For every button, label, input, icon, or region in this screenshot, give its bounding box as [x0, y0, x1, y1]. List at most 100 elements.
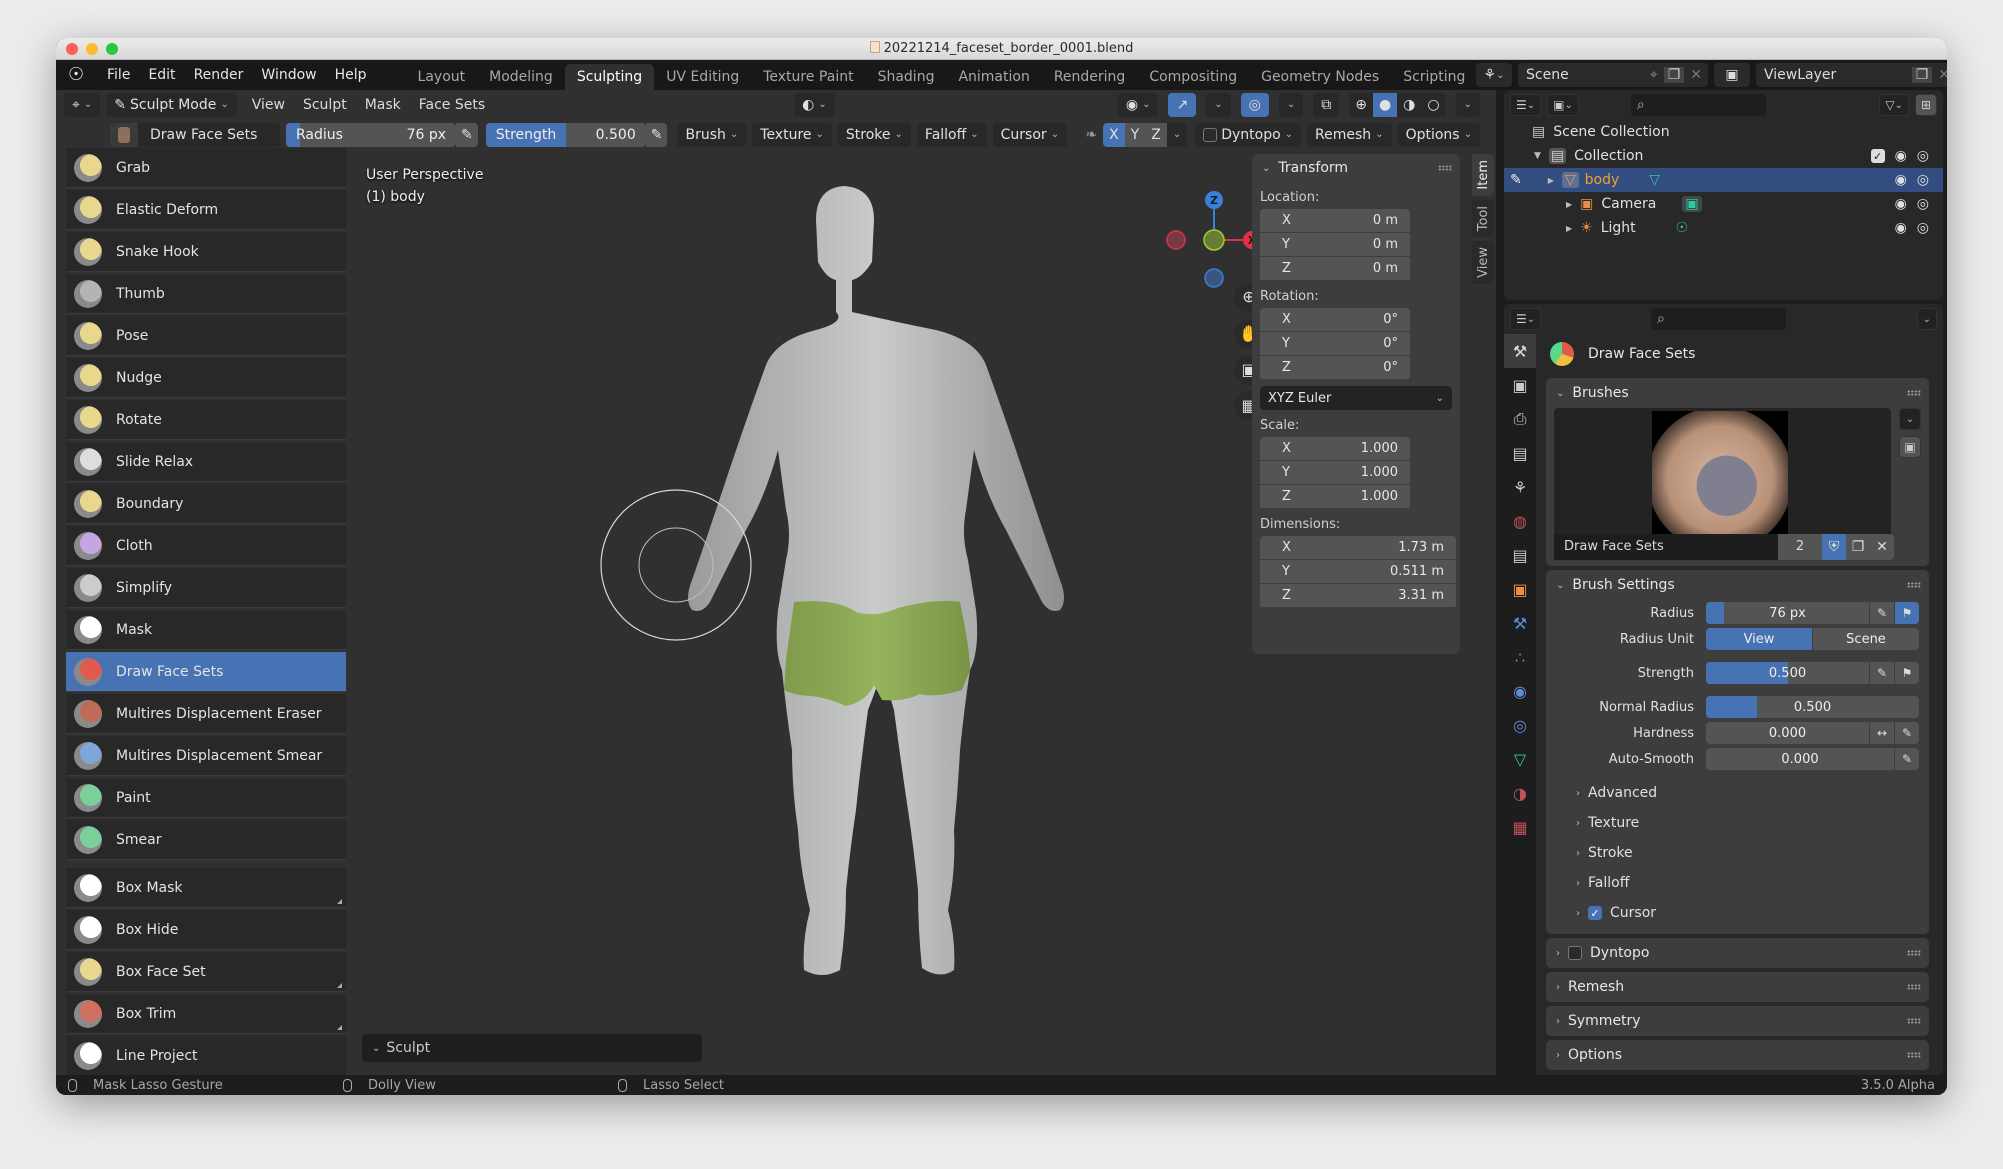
scale-x-field[interactable]: X 1.000 — [1260, 437, 1410, 461]
transform-header[interactable]: ⌄ Transform — [1252, 154, 1460, 182]
location-y-field[interactable]: Y 0 m — [1260, 233, 1410, 257]
tool-simplify[interactable]: Simplify — [66, 568, 346, 608]
tool-elastic-deform[interactable]: Elastic Deform — [66, 190, 346, 230]
remesh-dropdown[interactable]: Remesh ⌄ — [1307, 123, 1392, 147]
strength-field[interactable]: 0.500 — [1706, 662, 1869, 684]
hardness-field[interactable]: 0.000 — [1706, 722, 1869, 744]
tool-box-hide[interactable]: Box Hide — [66, 910, 346, 950]
menu-view[interactable]: View — [243, 90, 294, 120]
dyntopo-checkbox[interactable] — [1568, 946, 1582, 960]
blender-logo-icon[interactable]: ☉ — [68, 65, 88, 85]
camera-data-icon[interactable]: ▣ — [1682, 196, 1702, 212]
tab-shading[interactable]: Shading — [866, 64, 947, 90]
menu-file[interactable]: File — [98, 60, 139, 90]
radius-field[interactable]: 76 px — [1706, 602, 1869, 624]
overlays-toggle[interactable]: ◎ — [1240, 93, 1269, 117]
eye-icon[interactable]: ◉ — [1895, 148, 1907, 164]
properties-options-dropdown[interactable]: ⌄ — [1916, 308, 1937, 330]
radius-unified-button[interactable]: ⚑ — [1895, 602, 1919, 624]
rotation-y-field[interactable]: Y 0° — [1260, 332, 1410, 356]
symmetry-panel[interactable]: › Symmetry — [1546, 1006, 1929, 1036]
tab-animation[interactable]: Animation — [946, 64, 1041, 90]
rotation-z-field[interactable]: Z 0° — [1260, 356, 1410, 380]
fake-user-toggle[interactable]: ⛨ — [1822, 534, 1846, 560]
remesh-panel[interactable]: › Remesh — [1546, 972, 1929, 1002]
tool-cloth[interactable]: Cloth — [66, 526, 346, 566]
drag-grip-icon[interactable] — [1907, 390, 1921, 396]
cursor-dropdown[interactable]: Cursor ⌄ — [992, 123, 1068, 147]
gizmo-neg-z[interactable] — [1204, 268, 1224, 288]
menu-sculpt[interactable]: Sculpt — [294, 90, 356, 120]
render-camera-icon[interactable]: ◎ — [1917, 196, 1929, 212]
remove-scene-icon[interactable]: ✕ — [1690, 67, 1708, 83]
tool-tab-icon[interactable]: ⚒ — [1504, 334, 1536, 368]
constraints-tab-icon[interactable]: ◎ — [1504, 708, 1536, 742]
tool-grab[interactable]: Grab — [66, 148, 346, 188]
tool-draw-face-sets[interactable]: Draw Face Sets — [66, 652, 346, 692]
gizmo-y[interactable] — [1203, 229, 1225, 251]
tool-boundary[interactable]: Boundary — [66, 484, 346, 524]
transform-orientation-button[interactable]: ◐ ⌄ — [794, 93, 835, 117]
tool-snake-hook[interactable]: Snake Hook — [66, 232, 346, 272]
material-shading-button[interactable]: ◑ — [1397, 93, 1421, 117]
properties-search-input[interactable]: ⌕ — [1651, 308, 1787, 330]
radius-slider[interactable]: Radius 76 px — [286, 123, 456, 147]
tab-tool[interactable]: Tool — [1472, 199, 1494, 237]
material-tab-icon[interactable]: ◑ — [1504, 776, 1536, 810]
dyntopo-panel[interactable]: › Dyntopo — [1546, 938, 1929, 968]
mesh-data-icon[interactable]: ▽ — [1649, 172, 1660, 188]
light-data-icon[interactable]: ☉ — [1676, 220, 1689, 236]
tab-layout[interactable]: Layout — [406, 64, 478, 90]
new-scene-icon[interactable]: ❐ — [1663, 67, 1685, 83]
menu-edit[interactable]: Edit — [139, 60, 184, 90]
redo-last-panel[interactable]: ⌄ Sculpt — [362, 1034, 702, 1062]
subpanel-texture[interactable]: › Texture — [1546, 808, 1929, 838]
display-mode-button[interactable]: ▣ ⌄ — [1547, 94, 1579, 116]
symmetry-x-toggle[interactable]: X — [1103, 123, 1125, 147]
scene-type-button[interactable]: ⚘ ⌄ — [1476, 63, 1512, 87]
view-layer-type-button[interactable]: ▣ — [1714, 63, 1750, 87]
tool-mask[interactable]: Mask — [66, 610, 346, 650]
tab-compositing[interactable]: Compositing — [1137, 64, 1249, 90]
tool-box-face-set[interactable]: Box Face Set — [66, 952, 346, 992]
symmetry-y-toggle[interactable]: Y — [1124, 123, 1146, 147]
disclosure-triangle-right-icon[interactable]: ▶ — [1566, 224, 1572, 233]
options-dropdown[interactable]: Options ⌄ — [1397, 123, 1480, 147]
outliner-object-light[interactable]: ▶ ☀ Light ☉ ◉ ◎ — [1504, 216, 1943, 240]
drag-grip-icon[interactable] — [1438, 165, 1452, 171]
falloff-dropdown[interactable]: Falloff ⌄ — [916, 123, 987, 147]
tab-modeling[interactable]: Modeling — [477, 64, 565, 90]
unlink-brush-button[interactable]: ✕ — [1870, 534, 1894, 560]
tool-rotate[interactable]: Rotate — [66, 400, 346, 440]
scene-tab-icon[interactable]: ⚘ — [1504, 470, 1536, 504]
gizmo-dropdown[interactable]: ⌄ — [1206, 93, 1231, 117]
tab-rendering[interactable]: Rendering — [1042, 64, 1138, 90]
3d-viewport[interactable]: ⌖ ⌄ ✎ Sculpt Mode ⌄ View Sculpt Mask Face S… — [56, 90, 1496, 1076]
tool-thumb[interactable]: Thumb — [66, 274, 346, 314]
new-collection-button[interactable]: ⊞ — [1914, 94, 1937, 116]
subpanel-stroke[interactable]: › Stroke — [1546, 838, 1929, 868]
mode-selector[interactable]: ✎ Sculpt Mode ⌄ — [106, 93, 237, 117]
menu-help[interactable]: Help — [326, 60, 376, 90]
eye-icon[interactable]: ◉ — [1895, 196, 1907, 212]
particles-tab-icon[interactable]: ∴ — [1504, 640, 1536, 674]
options-panel[interactable]: › Options — [1546, 1040, 1929, 1070]
disclosure-triangle-down-icon[interactable]: ▼ — [1534, 151, 1541, 161]
object-tab-icon[interactable]: ▣ — [1504, 572, 1536, 606]
tab-geometry-nodes[interactable]: Geometry Nodes — [1249, 64, 1391, 90]
location-x-field[interactable]: X 0 m — [1260, 209, 1410, 233]
tab-uv-editing[interactable]: UV Editing — [654, 64, 751, 90]
overlays-dropdown[interactable]: ⌄ — [1278, 93, 1304, 117]
collection-tab-icon[interactable]: ▤ — [1504, 538, 1536, 572]
subpanel-cursor[interactable]: › ✓ Cursor — [1546, 898, 1929, 928]
drag-grip-icon[interactable] — [1907, 1052, 1921, 1058]
brush-dropdown[interactable]: Brush ⌄ — [677, 123, 747, 147]
stroke-dropdown[interactable]: Stroke ⌄ — [837, 123, 911, 147]
view-layer-field[interactable]: ViewLayer ❐ ✕ — [1756, 63, 1947, 87]
world-tab-icon[interactable]: ◍ — [1504, 504, 1536, 538]
tab-item[interactable]: Item — [1472, 154, 1494, 196]
physics-tab-icon[interactable]: ◉ — [1504, 674, 1536, 708]
drag-grip-icon[interactable] — [1907, 1018, 1921, 1024]
tool-box-trim[interactable]: Box Trim — [66, 994, 346, 1034]
texture-tab-icon[interactable]: ▦ — [1504, 810, 1536, 844]
